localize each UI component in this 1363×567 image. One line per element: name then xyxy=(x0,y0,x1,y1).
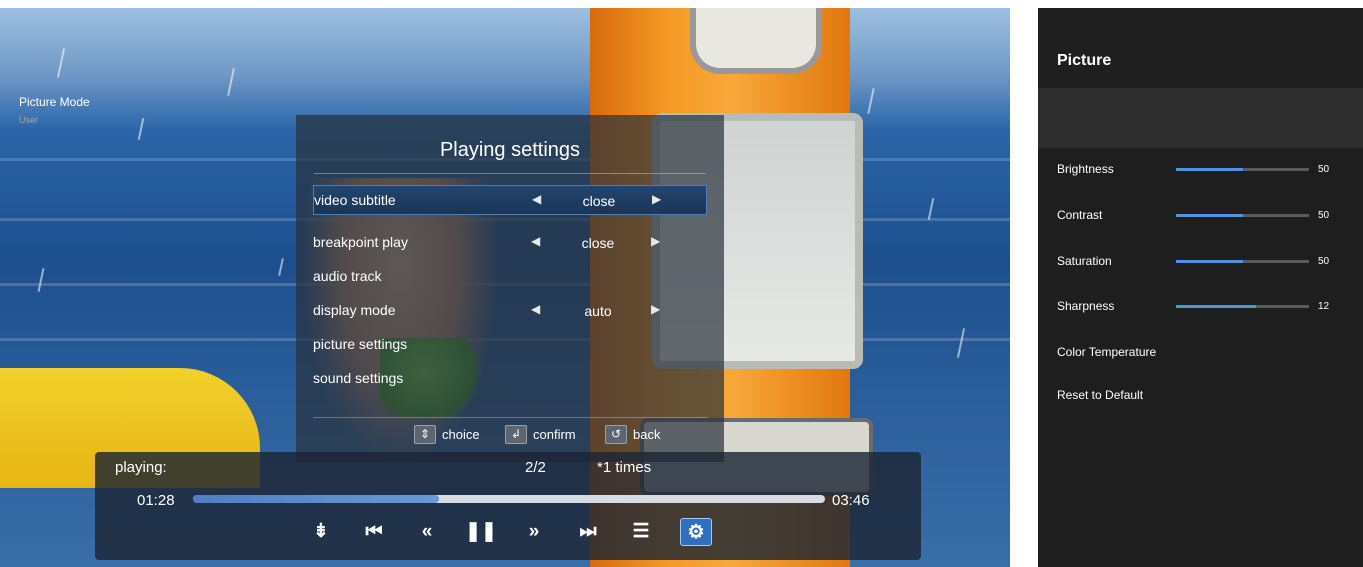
pause-icon: ❚❚ xyxy=(465,521,497,542)
arrow-right-icon[interactable]: ▶ xyxy=(651,234,660,248)
slider-fill xyxy=(1176,214,1243,217)
playlist-index: 2/2 xyxy=(525,459,546,476)
option-label: audio track xyxy=(313,268,382,284)
back-arrow-icon: ↺ xyxy=(605,425,627,444)
settings-icon: ⚙ xyxy=(687,522,705,543)
hint-back-label: back xyxy=(633,427,661,442)
slider-value: 12 xyxy=(1318,301,1330,312)
slider-value: 50 xyxy=(1318,256,1330,267)
picture-mode-value: User xyxy=(19,115,39,125)
dialog-footer-divider xyxy=(313,417,708,418)
slider-fill xyxy=(1176,260,1243,263)
slider-label-sharpness: Sharpness xyxy=(1057,299,1115,313)
slider-sharpness[interactable] xyxy=(1176,305,1309,308)
slider-label-saturation: Saturation xyxy=(1057,254,1112,268)
arrow-left-icon[interactable]: ◀ xyxy=(532,192,541,206)
option-label: breakpoint play xyxy=(313,234,408,250)
skip-previous-button[interactable]: ⏮ xyxy=(358,518,390,546)
option-row-audio-track[interactable]: audio track xyxy=(313,262,707,292)
option-label: video subtitle xyxy=(314,192,396,208)
rewind-button[interactable]: « xyxy=(411,518,443,546)
picture-mode-label: Picture Mode xyxy=(19,95,90,109)
slider-value: 50 xyxy=(1318,210,1330,221)
fast-forward-icon: » xyxy=(528,521,540,542)
pause-button[interactable]: ❚❚ xyxy=(465,518,497,546)
option-row-sound-settings[interactable]: sound settings xyxy=(313,364,707,394)
hint-choice: ⇕ choice xyxy=(414,425,480,444)
enter-key-icon: ↲ xyxy=(505,425,527,444)
option-label: display mode xyxy=(313,302,396,318)
option-value: auto xyxy=(584,303,612,319)
progress-bar[interactable] xyxy=(193,495,825,503)
skip-next-button[interactable]: ⏭ xyxy=(572,518,604,546)
slider-fill xyxy=(1176,168,1243,171)
current-time: 01:28 xyxy=(137,492,175,509)
rewind-icon: « xyxy=(421,521,433,542)
hint-confirm: ↲ confirm xyxy=(505,425,576,444)
picture-mode-row[interactable] xyxy=(1038,88,1363,148)
reset-to-default-item[interactable]: Reset to Default xyxy=(1057,388,1143,402)
playlist-order-icon: ⇟ xyxy=(313,521,329,542)
slider-value: 50 xyxy=(1318,164,1330,175)
color-temperature-item[interactable]: Color Temperature xyxy=(1057,345,1156,359)
arrow-left-icon[interactable]: ◀ xyxy=(531,234,540,248)
arrow-right-icon[interactable]: ▶ xyxy=(652,192,661,206)
skip-next-icon: ⏭ xyxy=(579,521,597,542)
option-row-breakpoint-play[interactable]: breakpoint play ◀ close ▶ xyxy=(313,228,707,258)
slider-fill xyxy=(1176,305,1256,308)
progress-fill xyxy=(193,495,440,503)
slider-saturation[interactable] xyxy=(1176,260,1309,263)
slider-contrast[interactable] xyxy=(1176,214,1309,217)
skip-previous-icon: ⏮ xyxy=(365,521,383,542)
option-value: close xyxy=(582,193,616,209)
settings-button[interactable]: ⚙ xyxy=(680,518,712,546)
video-pump-top xyxy=(690,8,822,74)
option-row-display-mode[interactable]: display mode ◀ auto ▶ xyxy=(313,296,707,326)
arrow-right-icon[interactable]: ▶ xyxy=(651,302,660,316)
dialog-title: Playing settings xyxy=(439,139,581,161)
picture-settings-panel: Picture xyxy=(1038,8,1363,567)
up-down-arrow-icon: ⇕ xyxy=(414,425,436,444)
option-row-picture-settings[interactable]: picture settings xyxy=(313,330,707,360)
slider-brightness[interactable] xyxy=(1176,168,1309,171)
hint-back: ↺ back xyxy=(605,425,660,444)
arrow-left-icon[interactable]: ◀ xyxy=(531,302,540,316)
panel-title: Picture xyxy=(1057,52,1112,69)
playback-speed: *1 times xyxy=(597,459,652,476)
player-control-bar xyxy=(95,452,921,560)
playing-status-label: playing: xyxy=(115,459,167,476)
slider-label-contrast: Contrast xyxy=(1057,208,1103,222)
panel-header: Picture xyxy=(1038,8,1363,88)
total-time: 03:46 xyxy=(832,492,870,509)
option-row-video-subtitle[interactable]: video subtitle ◀ close ▶ xyxy=(313,185,707,215)
fast-forward-button[interactable]: » xyxy=(518,518,550,546)
option-value: close xyxy=(581,235,615,251)
option-label: picture settings xyxy=(313,336,408,352)
dialog-divider xyxy=(314,173,706,174)
list-button[interactable]: ☰ xyxy=(625,518,657,546)
slider-label-brightness: Brightness xyxy=(1057,162,1114,176)
hint-choice-label: choice xyxy=(442,427,480,442)
playlist-order-button[interactable]: ⇟ xyxy=(305,518,337,546)
list-icon: ☰ xyxy=(632,521,650,542)
hint-confirm-label: confirm xyxy=(533,427,576,442)
option-label: sound settings xyxy=(313,370,404,386)
